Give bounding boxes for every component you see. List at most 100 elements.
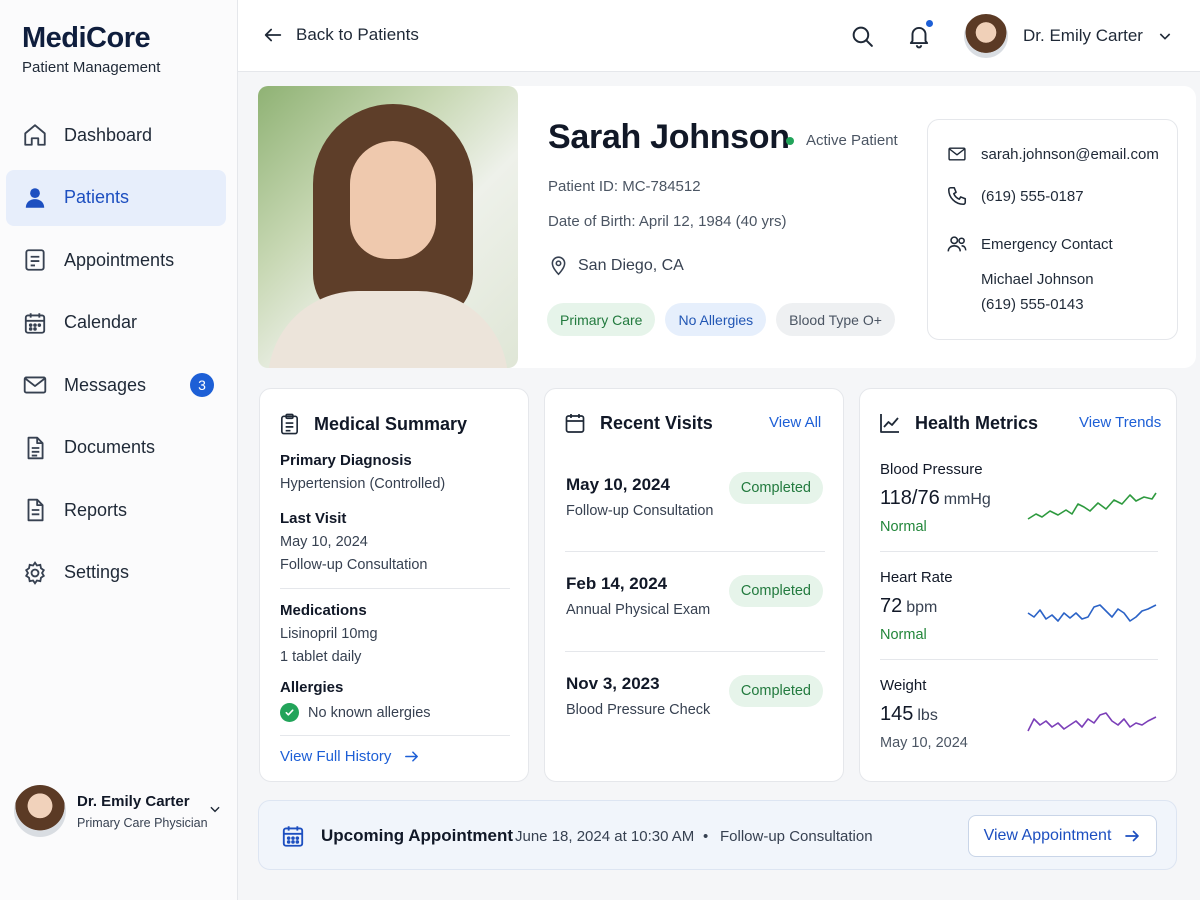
sidebar-item-label: Documents bbox=[64, 437, 156, 457]
metric-number: 118/76 bbox=[880, 487, 940, 509]
metric-number: 145 bbox=[880, 703, 914, 725]
status-badge: Completed bbox=[728, 675, 823, 707]
user-icon bbox=[22, 185, 48, 211]
sidebar-item-label: Appointments bbox=[64, 249, 175, 270]
brand-subtitle: Patient Management bbox=[22, 59, 161, 76]
calendar-icon bbox=[565, 414, 585, 433]
sidebar-item-label: Patients bbox=[64, 187, 130, 207]
avatar bbox=[964, 14, 1008, 58]
visit-item[interactable]: Nov 3, 2023 Blood Pressure Check Complet… bbox=[565, 674, 825, 774]
sidebar-item-calendar[interactable]: Calendar bbox=[6, 295, 226, 351]
view-all-link[interactable]: View All bbox=[769, 414, 821, 431]
emergency-contact-heading: Emergency Contact bbox=[946, 233, 1113, 255]
blood-pressure-sparkline bbox=[1027, 492, 1157, 520]
metric-label: Blood Pressure bbox=[880, 461, 983, 478]
patient-profile-card: Sarah Johnson Active Patient Patient ID:… bbox=[258, 86, 1196, 368]
check-circle-icon bbox=[280, 703, 299, 722]
home-icon bbox=[22, 122, 48, 148]
sidebar-item-label: Reports bbox=[64, 499, 128, 520]
visit-date: Nov 3, 2023 bbox=[566, 674, 660, 693]
sidebar-item-patients[interactable]: Patients bbox=[6, 169, 226, 226]
calendar-icon bbox=[22, 310, 48, 336]
metric-heart-rate: Heart Rate 72 bpm Normal bbox=[880, 569, 1158, 643]
report-icon bbox=[22, 497, 48, 523]
view-trends-link[interactable]: View Trends bbox=[1079, 414, 1161, 431]
sidebar-item-documents[interactable]: Documents bbox=[6, 420, 226, 476]
brand: MediCore Patient Management bbox=[22, 22, 160, 76]
recent-visits-card: Recent Visits View All May 10, 2024 Foll… bbox=[544, 388, 844, 782]
last-visit-label: Last Visit bbox=[280, 510, 347, 527]
phone-text: (619) 555-0187 bbox=[981, 187, 1084, 205]
recent-visits-title: Recent Visits bbox=[600, 412, 713, 433]
history-link-label: View Full History bbox=[280, 748, 392, 765]
patient-name: Sarah Johnson bbox=[548, 118, 790, 156]
health-metrics-card: Health Metrics View Trends Blood Pressur… bbox=[859, 388, 1177, 782]
back-to-patients-link[interactable]: Back to Patients bbox=[262, 24, 419, 46]
view-appointment-label: View Appointment bbox=[983, 827, 1112, 844]
search-icon bbox=[852, 26, 873, 47]
medical-summary-title: Medical Summary bbox=[314, 413, 468, 434]
diagnosis-label: Primary Diagnosis bbox=[280, 452, 412, 469]
divider bbox=[280, 735, 510, 736]
visit-item[interactable]: Feb 14, 2024 Annual Physical Exam Comple… bbox=[565, 574, 825, 674]
allergies-value: No known allergies bbox=[280, 703, 431, 722]
sidebar-item-appointments[interactable]: Appointments bbox=[6, 232, 226, 288]
visit-date: May 10, 2024 bbox=[566, 475, 670, 494]
view-appointment-button[interactable]: View Appointment bbox=[968, 815, 1157, 857]
metric-weight: Weight 145 lbs May 10, 2024 bbox=[880, 677, 1158, 751]
sidebar-item-reports[interactable]: Reports bbox=[6, 482, 226, 538]
status-badge: Completed bbox=[728, 472, 823, 504]
avatar bbox=[14, 785, 66, 837]
tag-no-allergies: No Allergies bbox=[665, 303, 767, 336]
chevron-down-icon bbox=[210, 806, 220, 813]
upcoming-appointment-banner: Upcoming Appointment June 18, 2024 at 10… bbox=[258, 800, 1177, 870]
sidebar-item-dashboard[interactable]: Dashboard bbox=[6, 107, 226, 163]
contact-phone[interactable]: (619) 555-0187 bbox=[946, 185, 1084, 207]
visit-date: Feb 14, 2024 bbox=[566, 574, 668, 593]
status-label: Active Patient bbox=[806, 132, 898, 149]
notifications-button[interactable] bbox=[906, 19, 934, 54]
card-title: Recent Visits bbox=[563, 411, 713, 435]
sidebar-item-messages[interactable]: Messages 3 bbox=[6, 357, 226, 413]
sidebar-item-settings[interactable]: Settings bbox=[6, 545, 226, 601]
contact-card: sarah.johnson@email.com (619) 555-0187 E… bbox=[927, 119, 1178, 340]
visit-type: Follow-up Consultation bbox=[566, 503, 714, 519]
sidebar-item-label: Settings bbox=[64, 562, 130, 582]
metric-blood-pressure: Blood Pressure 118/76 mmHg Normal bbox=[880, 461, 1158, 535]
messages-count-badge: 3 bbox=[190, 373, 214, 397]
last-visit-date: May 10, 2024 bbox=[280, 534, 368, 550]
last-visit-type: Follow-up Consultation bbox=[280, 557, 428, 573]
tag-blood-type: Blood Type O+ bbox=[776, 303, 895, 336]
allergies-label: Allergies bbox=[280, 679, 344, 696]
metric-number: 72 bbox=[880, 595, 903, 617]
metric-unit: mmHg bbox=[943, 491, 991, 508]
location-pin-icon bbox=[551, 256, 566, 276]
mail-icon bbox=[948, 147, 966, 161]
status-dot bbox=[786, 136, 794, 145]
search-button[interactable] bbox=[850, 24, 875, 54]
visit-item[interactable]: May 10, 2024 Follow-up Consultation Comp… bbox=[565, 472, 825, 575]
heart-rate-sparkline bbox=[1027, 604, 1157, 622]
patient-tags: Primary Care No Allergies Blood Type O+ bbox=[547, 303, 905, 336]
arrow-right-icon bbox=[1125, 830, 1140, 842]
divider bbox=[280, 588, 510, 589]
patient-status: Active Patient bbox=[786, 132, 898, 149]
user-menu[interactable]: Dr. Emily Carter bbox=[964, 14, 1173, 58]
contact-email[interactable]: sarah.johnson@email.com bbox=[946, 144, 1159, 164]
patient-location: San Diego, CA bbox=[548, 254, 684, 277]
users-icon bbox=[947, 236, 967, 252]
emergency-contact-phone: (619) 555-0143 bbox=[981, 296, 1084, 313]
sidebar-user-menu[interactable]: Dr. Emily Carter Primary Care Physician bbox=[14, 782, 226, 840]
sidebar-user-name: Dr. Emily Carter bbox=[77, 792, 190, 810]
medical-summary-card: Medical Summary Primary Diagnosis Hypert… bbox=[259, 388, 529, 782]
sidebar-user-role: Primary Care Physician bbox=[77, 815, 208, 830]
diagnosis-value: Hypertension (Controlled) bbox=[280, 476, 446, 492]
card-title: Health Metrics bbox=[878, 411, 1038, 435]
sidebar-nav: Dashboard Patients Appointments Calendar… bbox=[6, 107, 226, 607]
weight-sparkline bbox=[1027, 712, 1157, 732]
arrow-left-icon bbox=[264, 28, 282, 42]
view-full-history-link[interactable]: View Full History bbox=[280, 748, 420, 765]
patient-photo bbox=[258, 86, 518, 368]
back-label: Back to Patients bbox=[296, 25, 419, 44]
document-icon bbox=[22, 435, 48, 461]
